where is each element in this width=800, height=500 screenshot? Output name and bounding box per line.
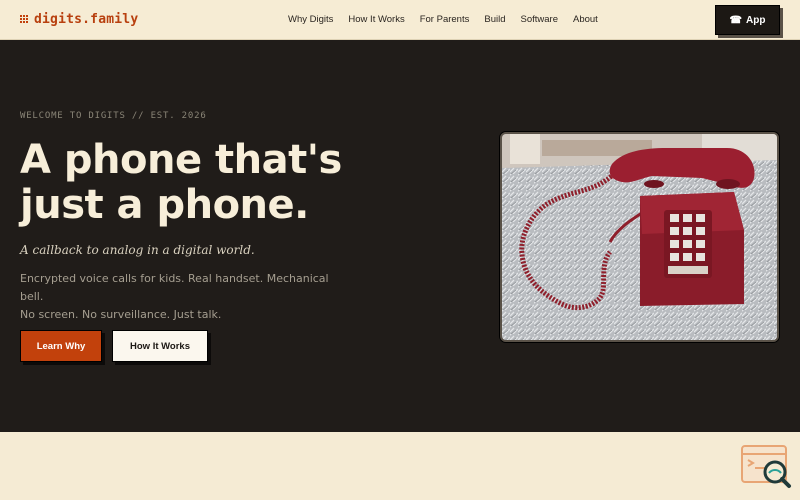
headline-line-2: just a phone. [20, 182, 309, 228]
logo[interactable]: digits.family [20, 12, 138, 27]
description-line-2: No screen. No surveillance. Just talk. [20, 308, 222, 321]
main-nav: Why Digits How It Works For Parents Buil… [288, 14, 598, 25]
red-telephone-photo [500, 132, 779, 342]
hero-eyebrow: WELCOME TO DIGITS // EST. 2026 [20, 111, 207, 121]
hero-description: Encrypted voice calls for kids. Real han… [20, 270, 350, 324]
code-search-widget-icon[interactable] [740, 444, 792, 490]
nav-build[interactable]: Build [484, 14, 505, 25]
app-button[interactable]: ☎ App [715, 5, 780, 35]
next-section [0, 432, 800, 500]
logo-text: digits.family [34, 12, 139, 27]
logo-grid-icon [20, 14, 30, 25]
nav-how-it-works[interactable]: How It Works [348, 14, 404, 25]
telephone-icon: ☎ [729, 14, 742, 26]
app-button-label: App [746, 14, 766, 26]
hero-tagline: A callback to analog in a digital world. [20, 243, 255, 257]
nav-why-digits[interactable]: Why Digits [288, 14, 333, 25]
site-header: digits.family Why Digits How It Works Fo… [0, 0, 800, 40]
description-line-1: Encrypted voice calls for kids. Real han… [20, 272, 329, 303]
learn-why-button[interactable]: Learn Why [20, 330, 102, 362]
hero-section: WELCOME TO DIGITS // EST. 2026 A phone t… [0, 40, 800, 432]
hero-headline: A phone that's just a phone. [20, 138, 440, 228]
nav-for-parents[interactable]: For Parents [420, 14, 470, 25]
headline-line-1: A phone that's [20, 137, 342, 183]
nav-software[interactable]: Software [520, 14, 558, 25]
nav-about[interactable]: About [573, 14, 598, 25]
how-it-works-button[interactable]: How It Works [112, 330, 208, 362]
